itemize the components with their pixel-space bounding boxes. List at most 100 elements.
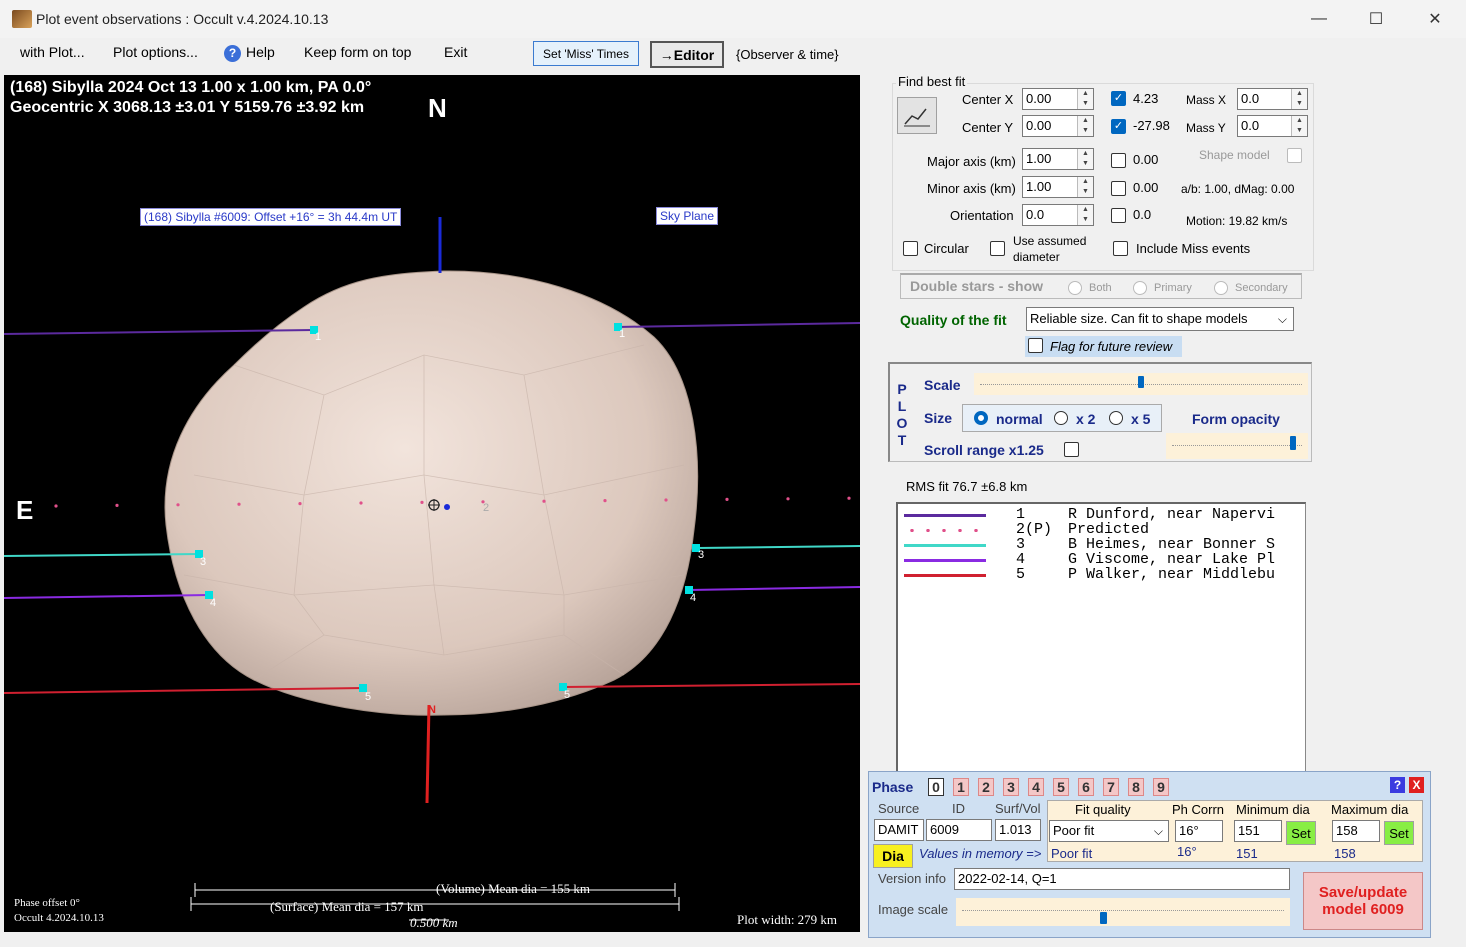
motion-label: Motion: 19.82 km/s [1186,214,1288,228]
spinner-arrows-icon[interactable]: ▲ ▼ [1291,89,1307,109]
spinner-arrows-icon[interactable]: ▲ ▼ [1291,116,1307,136]
phase-1-button[interactable]: 1 [953,778,969,796]
set-miss-times-button[interactable]: Set 'Miss' Times [533,41,639,66]
size-x5-radio[interactable] [1109,411,1123,425]
ph-corrn-field[interactable]: 16° [1175,820,1223,842]
source-field[interactable]: DAMIT [874,819,924,841]
spinner-arrows-icon[interactable]: ▲ ▼ [1077,116,1093,136]
dia-button[interactable]: Dia [873,844,913,868]
phase-6-button[interactable]: 6 [1078,778,1094,796]
save-update-button[interactable]: Save/update model 6009 [1303,872,1423,930]
size-x2-label: x 2 [1076,411,1096,427]
legend-swatch [904,559,986,562]
circular-checkbox[interactable] [903,241,918,256]
spinner-arrows-icon[interactable]: ▲ ▼ [1077,205,1093,225]
mass-x-input[interactable]: 0.0 ▲ ▼ [1237,88,1308,110]
center-y-checkbox[interactable]: ✓ [1111,119,1126,134]
version-info-label: Version info [878,871,946,886]
menu-plot-options[interactable]: Plot options... [113,44,198,60]
fit-quality-select[interactable]: Poor fit ⌵ [1049,820,1169,842]
center-x-input[interactable]: 0.00 ▲ ▼ [1022,88,1094,110]
menu-help[interactable]: Help [246,44,275,60]
phase-7-button[interactable]: 7 [1103,778,1119,796]
spinner-arrows-icon[interactable]: ▲ ▼ [1077,149,1093,169]
include-miss-checkbox[interactable] [1113,241,1128,256]
predicted-dot [420,500,424,504]
major-axis-input[interactable]: 1.00 ▲ ▼ [1022,148,1094,170]
scale-slider[interactable] [974,373,1308,395]
phase-3-button[interactable]: 3 [1003,778,1019,796]
help-icon[interactable]: ? [224,45,241,62]
south-mark: N [428,704,436,716]
use-assumed-checkbox[interactable] [990,241,1005,256]
maximize-button[interactable]: ☐ [1353,4,1399,34]
double-primary-label: Primary [1154,282,1192,294]
orientation-result: 0.0 [1133,207,1152,222]
size-x2-radio[interactable] [1054,411,1068,425]
chart-line-icon [904,108,930,126]
phase-0-button[interactable]: 0 [928,778,944,796]
close-button[interactable]: ✕ [1412,4,1458,34]
scroll-range-checkbox[interactable] [1064,442,1079,457]
observer-legend-box[interactable]: 1 R Dunford, near Napervi 2 (P) Predicted 3 … [896,502,1306,774]
chord-number: 4 [690,592,697,604]
size-normal-radio[interactable] [974,411,988,425]
menu-exit[interactable]: Exit [444,44,467,60]
id-field[interactable]: 6009 [926,819,992,841]
help-icon[interactable]: ? [1390,777,1405,793]
version-info-field[interactable]: 2022-02-14, Q=1 [954,868,1290,890]
double-both-radio[interactable] [1068,281,1082,295]
menu-with-plot[interactable]: with Plot... [20,44,85,60]
center-x-checkbox[interactable]: ✓ [1111,91,1126,106]
image-scale-thumb[interactable] [1100,912,1107,924]
editor-button[interactable]: →Editor [650,41,724,68]
find-best-fit-title: Find best fit [896,74,968,89]
minimize-button[interactable]: — [1296,4,1342,34]
plot-area[interactable]: (168) Sibylla 2024 Oct 13 1.00 x 1.00 km… [4,75,860,932]
set-max-dia-button[interactable]: Set [1384,821,1414,845]
mass-y-label: Mass Y [1186,121,1226,135]
quality-select[interactable]: Reliable size. Can fit to shape models ⌵ [1026,307,1294,331]
phase-4-button[interactable]: 4 [1028,778,1044,796]
close-panel-button[interactable]: X [1409,777,1424,793]
phase-label: Phase [872,779,914,795]
phase-2-button[interactable]: 2 [978,778,994,796]
opacity-slider-thumb[interactable] [1289,436,1296,450]
observer-time-link[interactable]: {Observer & time} [736,47,839,62]
center-y-label: Center Y [962,120,1014,135]
orientation-checkbox[interactable] [1111,208,1126,223]
double-secondary-radio[interactable] [1214,281,1228,295]
double-both-label: Both [1089,282,1112,294]
major-axis-checkbox[interactable] [1111,153,1126,168]
menu-keep-on-top[interactable]: Keep form on top [304,44,411,60]
center-y-input[interactable]: 0.00 ▲ ▼ [1022,115,1094,137]
flag-review-checkbox[interactable] [1028,338,1043,353]
phase-5-button[interactable]: 5 [1053,778,1069,796]
orientation-input[interactable]: 0.0 ▲ ▼ [1022,204,1094,226]
image-scale-slider[interactable] [956,898,1290,926]
scale-slider-thumb[interactable] [1138,376,1144,388]
double-primary-radio[interactable] [1133,281,1147,295]
spinner-arrows-icon[interactable]: ▲ ▼ [1077,177,1093,197]
surf-vol-field[interactable]: 1.013 [995,819,1041,841]
spinner-arrows-icon[interactable]: ▲ ▼ [1077,89,1093,109]
shape-model-checkbox[interactable] [1287,148,1302,163]
mass-y-input[interactable]: 0.0 ▲ ▼ [1237,115,1308,137]
min-dia-label: Minimum dia [1236,802,1310,817]
legend-row: 5 P Walker, near Middlebu [904,566,1304,583]
phase-9-button[interactable]: 9 [1153,778,1169,796]
min-dia-field[interactable]: 151 [1234,820,1282,842]
legend-swatch [904,544,986,547]
asteroid-plot [4,217,860,921]
max-dia-field[interactable]: 158 [1332,820,1380,842]
phase-8-button[interactable]: 8 [1128,778,1144,796]
diameter-label: diameter [1013,250,1060,264]
legend-swatch [904,529,986,532]
find-best-fit-button[interactable] [897,97,937,134]
minor-axis-checkbox[interactable] [1111,181,1126,196]
center-x-result: 4.23 [1133,91,1159,106]
quality-label: Quality of the fit [900,312,1007,328]
set-min-dia-button[interactable]: Set [1286,821,1316,845]
opacity-slider[interactable] [1166,433,1308,459]
minor-axis-input[interactable]: 1.00 ▲ ▼ [1022,176,1094,198]
